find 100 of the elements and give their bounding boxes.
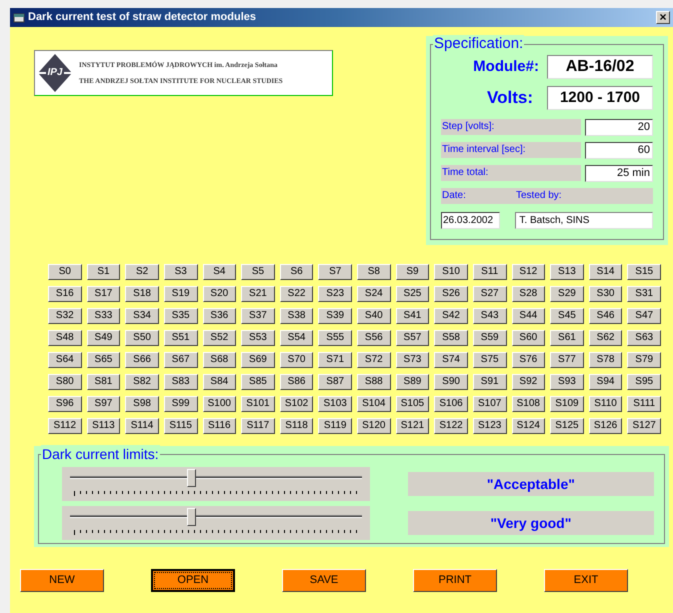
- sensor-button[interactable]: S66: [125, 352, 159, 368]
- module-field[interactable]: AB-16/02: [547, 55, 653, 79]
- sensor-button[interactable]: S64: [48, 352, 82, 368]
- sensor-button[interactable]: S114: [125, 418, 159, 434]
- sensor-button[interactable]: S88: [357, 374, 391, 390]
- sensor-button[interactable]: S100: [202, 396, 236, 412]
- sensor-button[interactable]: S33: [86, 308, 120, 324]
- sensor-button[interactable]: S24: [357, 286, 391, 302]
- input-field[interactable]: 25 min: [585, 164, 653, 182]
- sensor-button[interactable]: S7: [318, 264, 352, 280]
- sensor-button[interactable]: S52: [202, 330, 236, 346]
- input-field[interactable]: 20: [585, 118, 653, 136]
- sensor-button[interactable]: S2: [125, 264, 159, 280]
- sensor-button[interactable]: S115: [164, 418, 198, 434]
- sensor-button[interactable]: S8: [357, 264, 391, 280]
- sensor-button[interactable]: S62: [588, 330, 622, 346]
- sensor-button[interactable]: S96: [48, 396, 82, 412]
- sensor-button[interactable]: S81: [86, 374, 120, 390]
- action-button[interactable]: PRINT: [413, 569, 497, 592]
- sensor-button[interactable]: S116: [202, 418, 236, 434]
- sensor-button[interactable]: S109: [550, 396, 584, 412]
- sensor-button[interactable]: S82: [125, 374, 159, 390]
- sensor-button[interactable]: S28: [512, 286, 546, 302]
- sensor-button[interactable]: S75: [472, 352, 506, 368]
- sensor-button[interactable]: S21: [241, 286, 275, 302]
- sensor-button[interactable]: S31: [627, 286, 661, 302]
- sensor-button[interactable]: S14: [588, 264, 622, 280]
- input-field[interactable]: 60: [585, 142, 653, 158]
- sensor-button[interactable]: S117: [241, 418, 275, 434]
- sensor-button[interactable]: S93: [550, 374, 584, 390]
- slider-thumb[interactable]: [186, 508, 196, 526]
- sensor-button[interactable]: S42: [434, 308, 468, 324]
- sensor-button[interactable]: S39: [318, 308, 352, 324]
- sensor-button[interactable]: S60: [512, 330, 546, 346]
- sensor-button[interactable]: S50: [125, 330, 159, 346]
- sensor-button[interactable]: S4: [202, 264, 236, 280]
- sensor-button[interactable]: S40: [357, 308, 391, 324]
- sensor-button[interactable]: S5: [241, 264, 275, 280]
- action-button[interactable]: OPEN: [151, 569, 235, 592]
- sensor-button[interactable]: S0: [48, 264, 82, 280]
- sensor-button[interactable]: S12: [512, 264, 546, 280]
- sensor-button[interactable]: S87: [318, 374, 352, 390]
- sensor-button[interactable]: S48: [48, 330, 82, 346]
- sensor-button[interactable]: S79: [627, 352, 661, 368]
- sensor-button[interactable]: S15: [627, 264, 661, 280]
- sensor-button[interactable]: S47: [627, 308, 661, 324]
- sensor-button[interactable]: S104: [357, 396, 391, 412]
- sensor-button[interactable]: S94: [588, 374, 622, 390]
- sensor-button[interactable]: S126: [588, 418, 622, 434]
- sensor-button[interactable]: S78: [588, 352, 622, 368]
- sensor-button[interactable]: S11: [472, 264, 506, 280]
- sensor-button[interactable]: S46: [588, 308, 622, 324]
- sensor-button[interactable]: S56: [357, 330, 391, 346]
- action-button[interactable]: EXIT: [544, 569, 628, 592]
- sensor-button[interactable]: S9: [396, 264, 430, 280]
- sensor-button[interactable]: S124: [512, 418, 546, 434]
- sensor-button[interactable]: S37: [241, 308, 275, 324]
- sensor-button[interactable]: S58: [434, 330, 468, 346]
- sensor-button[interactable]: S127: [627, 418, 661, 434]
- sensor-button[interactable]: S44: [512, 308, 546, 324]
- sensor-button[interactable]: S29: [550, 286, 584, 302]
- sensor-button[interactable]: S65: [86, 352, 120, 368]
- sensor-button[interactable]: S51: [164, 330, 198, 346]
- sensor-button[interactable]: S103: [318, 396, 352, 412]
- sensor-button[interactable]: S76: [512, 352, 546, 368]
- sensor-button[interactable]: S91: [472, 374, 506, 390]
- sensor-button[interactable]: S69: [241, 352, 275, 368]
- sensor-button[interactable]: S86: [280, 374, 314, 390]
- sensor-button[interactable]: S20: [202, 286, 236, 302]
- sensor-button[interactable]: S70: [280, 352, 314, 368]
- sensor-button[interactable]: S35: [164, 308, 198, 324]
- sensor-button[interactable]: S49: [86, 330, 120, 346]
- sensor-button[interactable]: S107: [472, 396, 506, 412]
- sensor-button[interactable]: S119: [318, 418, 352, 434]
- sensor-button[interactable]: S19: [164, 286, 198, 302]
- sensor-button[interactable]: S98: [125, 396, 159, 412]
- action-button[interactable]: SAVE: [282, 569, 366, 592]
- sensor-button[interactable]: S34: [125, 308, 159, 324]
- sensor-button[interactable]: S36: [202, 308, 236, 324]
- sensor-button[interactable]: S16: [48, 286, 82, 302]
- sensor-button[interactable]: S61: [550, 330, 584, 346]
- slider[interactable]: [62, 506, 370, 540]
- sensor-button[interactable]: S13: [550, 264, 584, 280]
- sensor-button[interactable]: S85: [241, 374, 275, 390]
- sensor-button[interactable]: S80: [48, 374, 82, 390]
- sensor-button[interactable]: S45: [550, 308, 584, 324]
- sensor-button[interactable]: S38: [280, 308, 314, 324]
- slider[interactable]: [62, 467, 370, 501]
- volts-field[interactable]: 1200 - 1700: [547, 86, 653, 110]
- sensor-button[interactable]: S27: [472, 286, 506, 302]
- sensor-button[interactable]: S95: [627, 374, 661, 390]
- sensor-button[interactable]: S71: [318, 352, 352, 368]
- action-button[interactable]: NEW: [20, 569, 104, 592]
- close-button[interactable]: ×: [656, 11, 670, 24]
- sensor-button[interactable]: S43: [472, 308, 506, 324]
- sensor-button[interactable]: S97: [86, 396, 120, 412]
- sensor-button[interactable]: S32: [48, 308, 82, 324]
- date-field[interactable]: 26.03.2002: [441, 212, 500, 228]
- sensor-button[interactable]: S67: [164, 352, 198, 368]
- tester-field[interactable]: T. Batsch, SINS: [515, 212, 653, 228]
